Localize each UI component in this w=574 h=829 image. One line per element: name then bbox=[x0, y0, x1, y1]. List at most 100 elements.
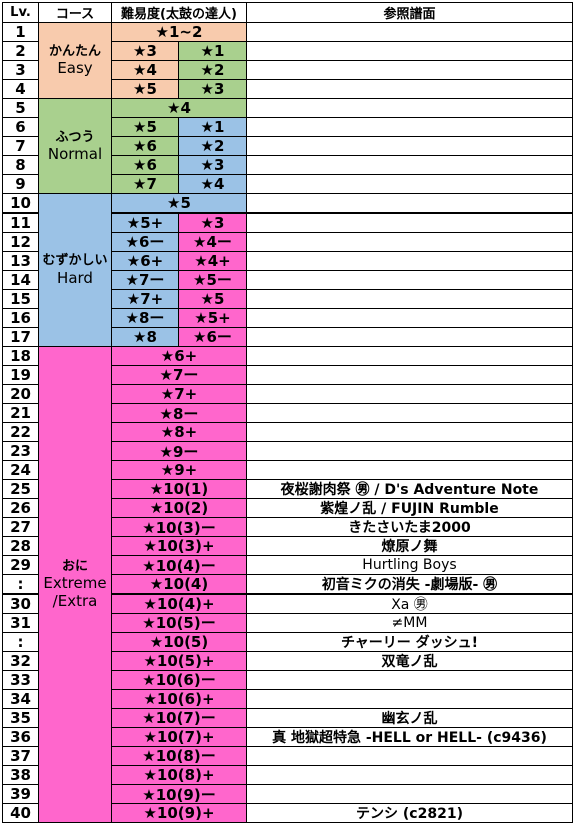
difficulty-score-right: ★1 bbox=[178, 41, 247, 62]
level-number: 35 bbox=[2, 707, 39, 728]
course-name-jp: むずかしい bbox=[42, 253, 108, 269]
level-number: 28 bbox=[2, 536, 39, 557]
difficulty-score-right: ★6ー bbox=[178, 326, 247, 347]
reference-chart: Xa ㊚ bbox=[246, 593, 573, 614]
level-number: 1 bbox=[2, 22, 39, 43]
difficulty-score: ★10(9)+ bbox=[111, 803, 247, 824]
reference-chart: 紫煌ノ乱 / FUJIN Rumble bbox=[246, 498, 573, 519]
level-number: 18 bbox=[2, 345, 39, 366]
reference-chart: テンシ (c2821) bbox=[246, 803, 573, 824]
difficulty-score: ★6+ bbox=[111, 345, 247, 366]
difficulty-score-right: ★4 bbox=[178, 174, 247, 195]
reference-chart: 双竜ノ乱 bbox=[246, 650, 573, 671]
header-reference: 参照譜面 bbox=[246, 2, 573, 23]
difficulty-score-right: ★3 bbox=[178, 79, 247, 100]
level-number: 21 bbox=[2, 403, 39, 424]
reference-chart bbox=[246, 422, 573, 443]
difficulty-score: ★10(3)+ bbox=[111, 536, 247, 557]
difficulty-score: ★8ー bbox=[111, 403, 247, 424]
difficulty-score-right: ★3 bbox=[178, 212, 247, 233]
reference-chart: Hurtling Boys bbox=[246, 555, 573, 576]
reference-chart: きたさいたま2000 bbox=[246, 517, 573, 538]
difficulty-score-right: ★4ー bbox=[178, 231, 247, 252]
level-number: 13 bbox=[2, 250, 39, 271]
level-number: 27 bbox=[2, 517, 39, 538]
header-difficulty: 難易度(太鼓の達人) bbox=[111, 2, 247, 23]
reference-chart bbox=[246, 60, 573, 81]
difficulty-score: ★10(5) bbox=[111, 631, 247, 652]
difficulty-score: ★7+ bbox=[111, 383, 247, 404]
reference-chart bbox=[246, 231, 573, 252]
level-number: 2 bbox=[2, 41, 39, 62]
course-name-en: Normal bbox=[47, 145, 103, 164]
difficulty-score: ★10(2) bbox=[111, 498, 247, 519]
level-number: 12 bbox=[2, 231, 39, 252]
difficulty-score-left: ★6 bbox=[111, 136, 179, 157]
level-number: 39 bbox=[2, 784, 39, 805]
reference-chart bbox=[246, 269, 573, 290]
difficulty-score: ★10(7)+ bbox=[111, 726, 247, 747]
reference-chart bbox=[246, 326, 573, 347]
reference-chart bbox=[246, 307, 573, 328]
course-name-jp: おに bbox=[61, 558, 88, 574]
level-number: 32 bbox=[2, 650, 39, 671]
reference-chart bbox=[246, 364, 573, 385]
difficulty-score: ★10(8)ー bbox=[111, 745, 247, 766]
difficulty-score-right: ★2 bbox=[178, 136, 247, 157]
reference-chart bbox=[246, 764, 573, 785]
difficulty-score-left: ★5 bbox=[111, 79, 179, 100]
course-hard: むずかしい Hard bbox=[38, 193, 112, 347]
difficulty-score: ★10(4)+ bbox=[111, 593, 247, 614]
level-number: 23 bbox=[2, 441, 39, 462]
difficulty-score-left: ★8ー bbox=[111, 307, 179, 328]
level-number: 4 bbox=[2, 79, 39, 100]
difficulty-score: ★1~2 bbox=[111, 22, 247, 43]
reference-chart bbox=[246, 174, 573, 195]
reference-chart bbox=[246, 745, 573, 766]
level-number: 11 bbox=[2, 212, 39, 233]
reference-chart bbox=[246, 41, 573, 62]
reference-chart bbox=[246, 403, 573, 424]
reference-chart bbox=[246, 98, 573, 119]
reference-chart bbox=[246, 212, 573, 233]
level-number: 30 bbox=[2, 593, 39, 614]
level-number: 40 bbox=[2, 803, 39, 824]
level-number: 14 bbox=[2, 269, 39, 290]
difficulty-score-left: ★5+ bbox=[111, 212, 179, 233]
reference-chart: 夜桜謝肉祭 ㊚ / D's Adventure Note bbox=[246, 479, 573, 500]
difficulty-score: ★10(5)ー bbox=[111, 612, 247, 633]
level-number: 5 bbox=[2, 98, 39, 119]
difficulty-score: ★4 bbox=[111, 98, 247, 119]
course-name-en: Easy bbox=[57, 59, 93, 78]
course-easy: かんたん Easy bbox=[38, 22, 112, 100]
reference-chart: 真 地獄超特急 -HELL or HELL- (c9436) bbox=[246, 726, 573, 747]
level-number: 34 bbox=[2, 688, 39, 709]
course-name-en: Hard bbox=[57, 268, 93, 287]
reference-chart: 燎原ノ舞 bbox=[246, 536, 573, 557]
difficulty-score-right: ★1 bbox=[178, 117, 247, 138]
difficulty-score: ★10(4) bbox=[111, 574, 247, 595]
level-number: 33 bbox=[2, 669, 39, 690]
reference-chart bbox=[246, 669, 573, 690]
level-number: 3 bbox=[2, 60, 39, 81]
difficulty-score-left: ★6ー bbox=[111, 231, 179, 252]
reference-chart bbox=[246, 441, 573, 462]
difficulty-score: ★10(5)+ bbox=[111, 650, 247, 671]
difficulty-score: ★5 bbox=[111, 193, 247, 214]
level-number: 24 bbox=[2, 460, 39, 481]
difficulty-score: ★10(6)ー bbox=[111, 669, 247, 690]
reference-chart bbox=[246, 117, 573, 138]
reference-chart bbox=[246, 383, 573, 404]
reference-chart bbox=[246, 784, 573, 805]
reference-chart bbox=[246, 250, 573, 271]
difficulty-score-left: ★3 bbox=[111, 41, 179, 62]
difficulty-score: ★10(1) bbox=[111, 479, 247, 500]
level-number: : bbox=[2, 631, 39, 652]
reference-chart bbox=[246, 460, 573, 481]
course-normal: ふつう Normal bbox=[38, 98, 112, 195]
level-number: 31 bbox=[2, 612, 39, 633]
level-number: 17 bbox=[2, 326, 39, 347]
difficulty-score-left: ★5 bbox=[111, 117, 179, 138]
difficulty-score-left: ★7ー bbox=[111, 269, 179, 290]
level-number: 7 bbox=[2, 136, 39, 157]
